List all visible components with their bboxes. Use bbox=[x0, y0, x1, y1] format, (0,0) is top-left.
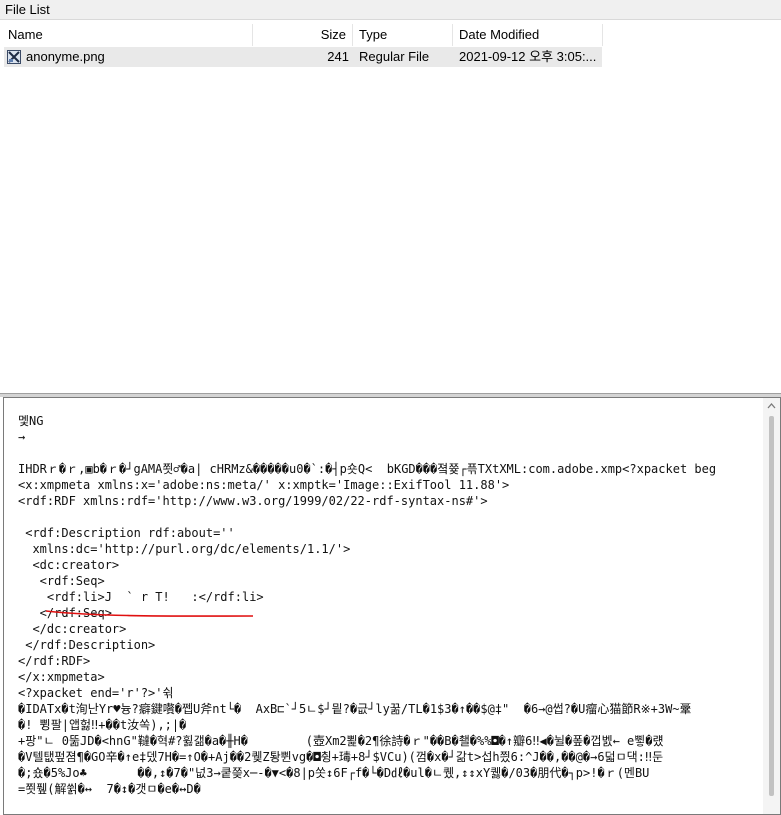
content-line: <rdf:Description rdf:about='' bbox=[18, 526, 235, 540]
content-line: </rdf:Description> bbox=[18, 638, 156, 652]
file-name: anonyme.png bbox=[26, 49, 105, 64]
file-content-text: 멫NG → IHDRｒ�ｒ,▣b�ｒ�┘gAMA쬣♂�a| cHRMz&�����u… bbox=[18, 413, 763, 813]
content-line: </dc:creator> bbox=[18, 622, 127, 636]
image-file-icon bbox=[7, 50, 21, 64]
file-date-modified: 2021-09-12 오후 3:05:... bbox=[459, 49, 597, 64]
content-line bbox=[18, 509, 763, 525]
scrollbar-thumb[interactable] bbox=[769, 416, 774, 796]
column-header-date[interactable]: Date Modified bbox=[453, 24, 603, 46]
content-line bbox=[18, 445, 763, 461]
column-header-name[interactable]: Name bbox=[2, 24, 253, 46]
content-line: <dc:creator> bbox=[18, 558, 120, 572]
window-title: File List bbox=[0, 0, 781, 20]
content-line: �V텔탮펖졈¶�GO辛�↑e‡뎄7H�=↑O�+Aj��2퀮Z퇑쀤vg�◘췽+瑇… bbox=[18, 750, 664, 764]
content-line: → bbox=[18, 430, 26, 444]
content-line: �! 쀵팔|앱헗‼+��t汝쏙),;|� bbox=[18, 718, 187, 732]
content-line: 멫NG bbox=[18, 414, 44, 428]
content-line: +팡"ㄴ 0뚦JD�<hnG"韃�혁#?휧갦�a�╫H� (壺Xm2뾡�2¶徐詩… bbox=[18, 734, 664, 748]
content-line: </x:xmpmeta> bbox=[18, 670, 105, 684]
content-line: xmlns:dc='http://purl.org/dc/elements/1.… bbox=[18, 542, 351, 556]
file-list[interactable]: Name Size Type Date Modified anonyme.png… bbox=[0, 21, 781, 393]
vertical-scrollbar[interactable] bbox=[763, 398, 780, 814]
content-line: <?xpacket end='r'?>'쉮 bbox=[18, 686, 174, 700]
content-line: </rdf:Seq> bbox=[18, 606, 112, 620]
file-row[interactable]: anonyme.png 241 Regular File 2021-09-12 … bbox=[4, 47, 602, 67]
column-headers: Name Size Type Date Modified bbox=[0, 24, 781, 46]
file-size: 241 bbox=[327, 49, 349, 64]
file-content-viewer[interactable]: 멫NG → IHDRｒ�ｒ,▣b�ｒ�┘gAMA쬣♂�a| cHRMz&�����u… bbox=[3, 397, 781, 815]
content-line: </rdf:RDF> bbox=[18, 654, 91, 668]
content-line: <rdf:li>J ` r T! :</rdf:li> bbox=[18, 590, 264, 604]
content-line: �;숐�5%Jo♣ ��,↕�7�"넚3→쿹쯪x─-�▼<�8|p쏫↕6F┌f�… bbox=[18, 766, 650, 780]
content-line: <x:xmpmeta xmlns:x='adobe:ns:meta/' x:xm… bbox=[18, 478, 510, 492]
content-line: <rdf:RDF xmlns:rdf='http://www.w3.org/19… bbox=[18, 494, 488, 508]
file-type: Regular File bbox=[359, 49, 430, 64]
content-line: =쬣퓊(解쓁�↔ 7�↕�갯ㅁ�e�↔D� bbox=[18, 782, 201, 796]
content-line: IHDRｒ�ｒ,▣b�ｒ�┘gAMA쬣♂�a| cHRMz&�����u0�`:… bbox=[18, 462, 717, 476]
content-line: �IDATx�t洵난Yr♥늉?癖鍵嚽�쩹U斧nt└� AxB⊏`┘5ㄴ$┘믵?�… bbox=[18, 702, 692, 716]
content-line: <rdf:Seq> bbox=[18, 574, 105, 588]
column-header-size[interactable]: Size bbox=[253, 24, 353, 46]
column-header-type[interactable]: Type bbox=[353, 24, 453, 46]
scroll-up-arrow-icon[interactable] bbox=[763, 398, 780, 415]
